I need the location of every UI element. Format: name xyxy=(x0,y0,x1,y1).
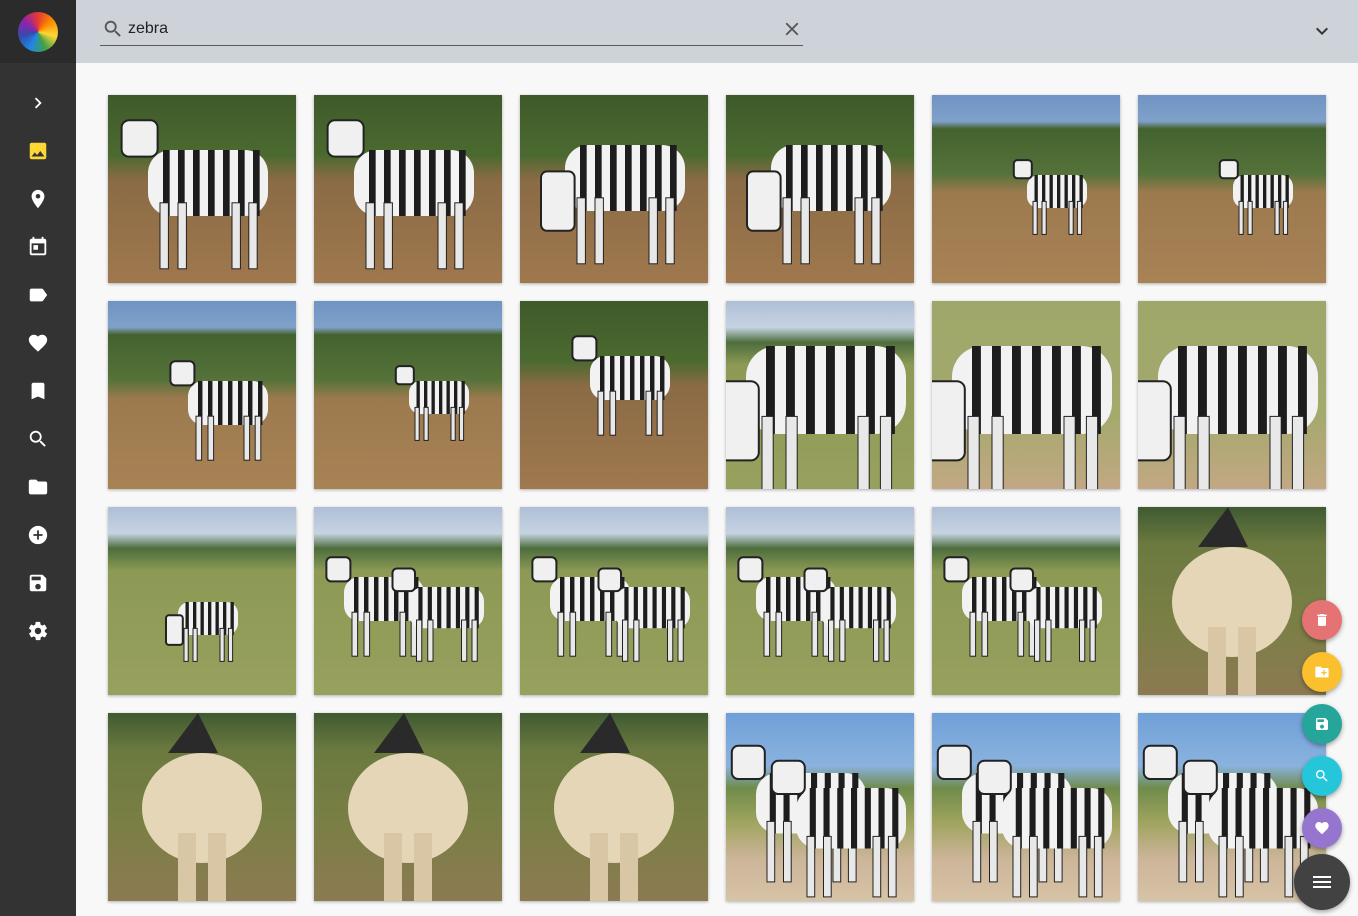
zebra-image xyxy=(540,145,685,265)
photo-tile[interactable] xyxy=(520,507,708,695)
sidebar-item-favorites[interactable] xyxy=(0,319,76,367)
add-circle-icon xyxy=(28,525,48,545)
photo-tile[interactable] xyxy=(726,301,914,489)
zebra-image xyxy=(571,335,670,436)
save-button[interactable] xyxy=(1302,704,1342,744)
search-bar xyxy=(100,12,803,46)
sidebar-nav xyxy=(0,79,76,655)
image-icon xyxy=(29,142,47,160)
zebra-image xyxy=(394,365,469,441)
search-icon xyxy=(29,430,46,447)
zebra-image xyxy=(737,556,896,662)
sidebar-item-settings[interactable] xyxy=(0,607,76,655)
zebra-image xyxy=(165,602,238,662)
move-to-folder-button[interactable] xyxy=(1302,652,1342,692)
zebra-image xyxy=(726,346,906,489)
sidebar-item-folders[interactable] xyxy=(0,463,76,511)
heart-icon xyxy=(28,334,48,352)
zebra-image xyxy=(348,713,468,901)
zebra-image xyxy=(936,744,1112,898)
label-icon xyxy=(29,288,48,302)
favorite-button[interactable] xyxy=(1302,808,1342,848)
photo-tile[interactable] xyxy=(314,713,502,901)
sidebar-item-saved[interactable] xyxy=(0,559,76,607)
chevron-down-icon[interactable] xyxy=(1310,19,1334,43)
logo-container xyxy=(0,0,76,63)
photo-tile[interactable] xyxy=(314,95,502,283)
zebra-image xyxy=(730,744,906,898)
photo-tile[interactable] xyxy=(520,713,708,901)
search-similar-button[interactable] xyxy=(1302,756,1342,796)
search-icon xyxy=(102,18,124,40)
photo-tile[interactable] xyxy=(520,95,708,283)
search-input[interactable] xyxy=(128,16,768,42)
chevron-right-icon xyxy=(34,97,42,109)
sidebar-item-labels[interactable] xyxy=(0,271,76,319)
zebra-image xyxy=(1012,159,1087,235)
app-logo[interactable] xyxy=(18,11,58,52)
menu-icon xyxy=(1313,876,1331,888)
zebra-image xyxy=(554,713,674,901)
delete-button[interactable] xyxy=(1302,600,1342,640)
sidebar-item-calendar[interactable] xyxy=(0,223,76,271)
folder-add-icon xyxy=(1315,666,1329,678)
photo-tile[interactable] xyxy=(726,713,914,901)
zebra-image xyxy=(1138,346,1318,489)
photo-tile[interactable] xyxy=(932,95,1120,283)
zebra-image xyxy=(531,556,690,662)
zebra-image xyxy=(932,346,1112,489)
trash-icon xyxy=(1317,614,1327,626)
zebra-image xyxy=(325,556,484,662)
photo-tile[interactable] xyxy=(932,301,1120,489)
photo-tile[interactable] xyxy=(1138,507,1326,695)
zebra-image xyxy=(326,119,474,270)
photo-tile[interactable] xyxy=(314,301,502,489)
sidebar-item-places[interactable] xyxy=(0,175,76,223)
sidebar xyxy=(0,0,76,916)
gear-icon xyxy=(28,621,48,641)
photo-tile[interactable] xyxy=(726,507,914,695)
heart-icon xyxy=(1315,822,1329,835)
bookmark-icon xyxy=(31,382,45,400)
photo-tile[interactable] xyxy=(108,301,296,489)
folder-icon xyxy=(28,479,48,495)
top-toolbar xyxy=(76,0,1358,63)
photo-tile[interactable] xyxy=(1138,301,1326,489)
map-pin-icon xyxy=(31,189,45,209)
zebra-image xyxy=(120,119,268,270)
sidebar-item-albums[interactable] xyxy=(0,367,76,415)
photo-tile[interactable] xyxy=(1138,95,1326,283)
zebra-image xyxy=(142,713,262,901)
menu-button[interactable] xyxy=(1294,854,1350,910)
calendar-icon xyxy=(29,236,47,256)
photo-tile[interactable] xyxy=(108,713,296,901)
save-icon xyxy=(29,574,47,592)
photo-tile[interactable] xyxy=(108,95,296,283)
zebra-image xyxy=(746,145,891,265)
zoom-icon xyxy=(1316,770,1328,782)
zebra-image xyxy=(169,360,268,461)
sidebar-item-photos[interactable] xyxy=(0,127,76,175)
photo-tile[interactable] xyxy=(932,507,1120,695)
photo-tile[interactable] xyxy=(932,713,1120,901)
zebra-image xyxy=(1218,159,1293,235)
sidebar-item-search[interactable] xyxy=(0,415,76,463)
sidebar-item-expand[interactable] xyxy=(0,79,76,127)
sidebar-item-import[interactable] xyxy=(0,511,76,559)
photo-tile[interactable] xyxy=(520,301,708,489)
close-icon[interactable] xyxy=(781,18,803,40)
photo-tile[interactable] xyxy=(314,507,502,695)
photo-tile[interactable] xyxy=(108,507,296,695)
zebra-image xyxy=(1172,507,1292,695)
photo-grid xyxy=(108,95,1326,901)
photo-tile[interactable] xyxy=(726,95,914,283)
zebra-image xyxy=(943,556,1102,662)
save-icon xyxy=(1316,718,1328,730)
